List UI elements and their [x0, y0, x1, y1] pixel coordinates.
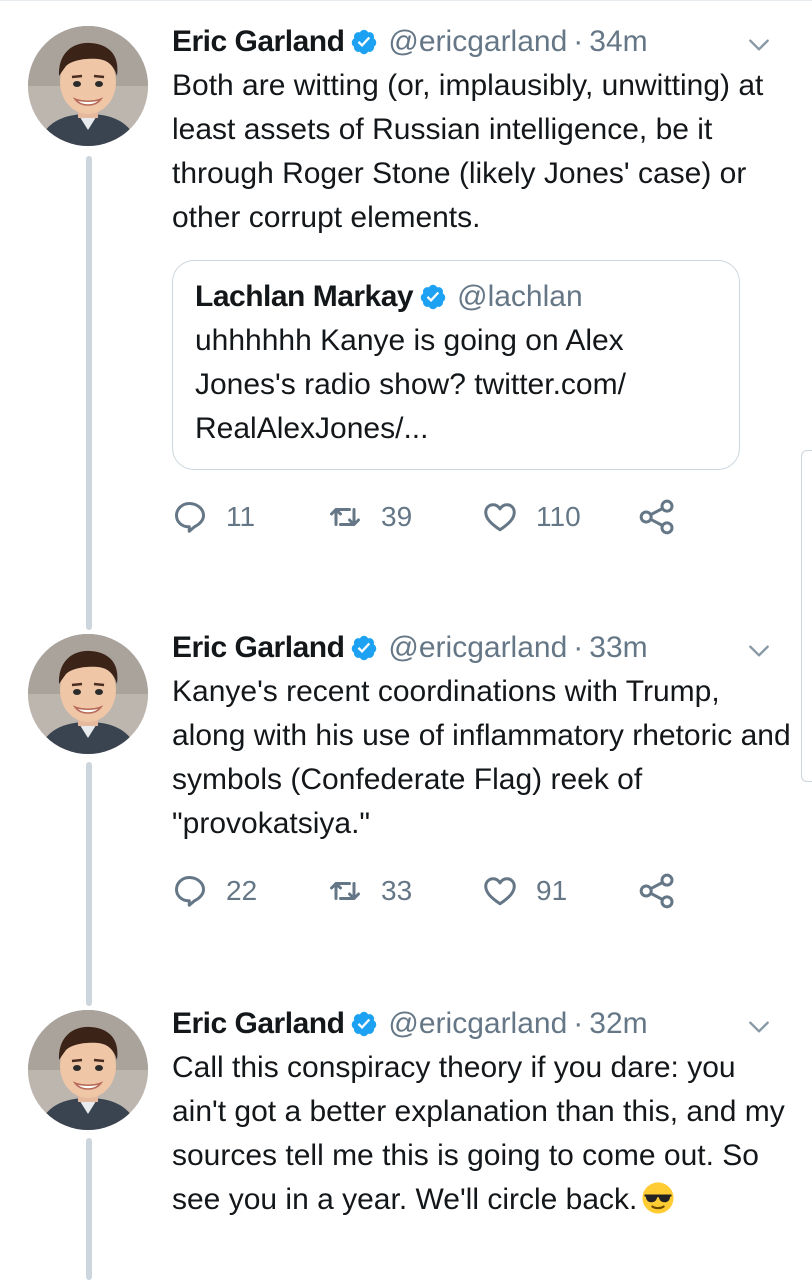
avatar[interactable] [28, 1010, 148, 1130]
thread-line [86, 1138, 92, 1280]
thread-line [86, 762, 92, 1006]
avatar-image [28, 634, 148, 754]
heart-icon [482, 499, 518, 535]
verified-badge-icon [350, 1010, 378, 1038]
tweet-header: Eric Garland @ericgarland · 34m [172, 22, 792, 62]
chevron-down-icon[interactable] [746, 32, 772, 58]
like-count: 110 [536, 501, 581, 532]
top-divider [0, 0, 812, 1]
tweet-actions: 11 39 110 [172, 492, 792, 542]
reply-button[interactable]: 11 [172, 499, 327, 535]
share-button[interactable] [637, 497, 792, 537]
share-icon [637, 497, 677, 537]
sunglasses-emoji-icon [641, 1181, 675, 1215]
quoted-author-name: Lachlan Markay [195, 280, 414, 313]
retweet-count: 39 [381, 501, 413, 532]
verified-badge-icon [419, 283, 447, 311]
avatar-image [28, 26, 148, 146]
tweet[interactable]: Eric Garland @ericgarland · 34m Both are… [172, 22, 792, 542]
separator-dot: · [573, 25, 584, 58]
author-name[interactable]: Eric Garland [172, 1007, 345, 1041]
reply-icon [172, 499, 208, 535]
tweet-text: Both are witting (or, implausibly, unwit… [172, 69, 764, 234]
tweet-body: Call this conspiracy theory if you dare:… [172, 1046, 792, 1222]
avatar-image [28, 1010, 148, 1130]
scrollbar[interactable] [801, 450, 812, 782]
share-icon [637, 871, 677, 911]
reply-count: 22 [226, 875, 258, 906]
verified-badge-icon [350, 634, 378, 662]
avatar[interactable] [28, 26, 148, 146]
separator-dot: · [573, 1007, 584, 1040]
verified-badge-icon [350, 28, 378, 56]
tweet-text: Kanye's recent coordinations with Trump,… [172, 675, 791, 840]
author-name[interactable]: Eric Garland [172, 631, 345, 665]
retweet-icon [327, 873, 363, 909]
reply-icon [172, 873, 208, 909]
reply-count: 11 [226, 501, 256, 532]
like-button[interactable]: 91 [482, 873, 637, 909]
like-count: 91 [536, 875, 568, 906]
chevron-down-icon[interactable] [746, 638, 772, 664]
separator-dot: · [573, 631, 584, 664]
author-name[interactable]: Eric Garland [172, 25, 345, 59]
chevron-down-icon[interactable] [746, 1014, 772, 1040]
tweet-text: Call this conspiracy theory if you dare:… [172, 1051, 785, 1216]
share-button[interactable] [637, 871, 792, 911]
quoted-author-handle: @lachlan [457, 280, 583, 313]
quoted-tweet-header: Lachlan Markay @lachlan [195, 277, 719, 317]
thread-line [86, 156, 92, 630]
avatar[interactable] [28, 634, 148, 754]
tweet-header: Eric Garland @ericgarland · 33m [172, 628, 792, 668]
tweet[interactable]: Eric Garland @ericgarland · 32m Call thi… [172, 1004, 792, 1222]
timestamp[interactable]: 32m [589, 1007, 647, 1041]
like-button[interactable]: 110 [482, 499, 637, 535]
heart-icon [482, 873, 518, 909]
retweet-button[interactable]: 33 [327, 873, 482, 909]
tweet-actions: 22 33 91 [172, 866, 792, 916]
reply-button[interactable]: 22 [172, 873, 327, 909]
tweet-header: Eric Garland @ericgarland · 32m [172, 1004, 792, 1044]
retweet-button[interactable]: 39 [327, 499, 482, 535]
author-handle[interactable]: @ericgarland [388, 1007, 567, 1041]
retweet-icon [327, 499, 363, 535]
timestamp[interactable]: 34m [589, 25, 647, 59]
retweet-count: 33 [381, 875, 413, 906]
author-handle[interactable]: @ericgarland [388, 631, 567, 665]
timestamp[interactable]: 33m [589, 631, 647, 665]
author-handle[interactable]: @ericgarland [388, 25, 567, 59]
quoted-tweet[interactable]: Lachlan Markay @lachlan uhhhhhh Kanye is… [172, 260, 740, 470]
quoted-tweet-text: uhhhhhh Kanye is going on Alex Jones's r… [195, 324, 626, 445]
tweet[interactable]: Eric Garland @ericgarland · 33m Kanye's … [172, 628, 792, 916]
